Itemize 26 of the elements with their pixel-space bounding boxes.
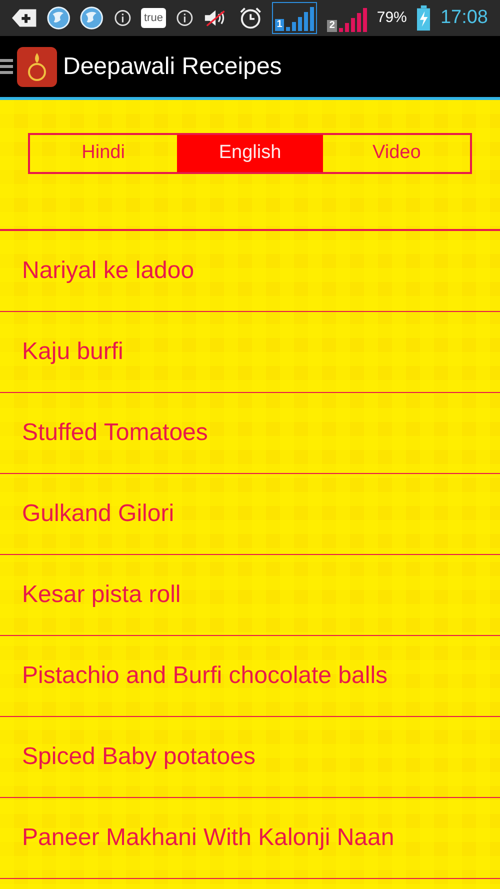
sim-number: 2 — [327, 20, 337, 32]
info-icon — [176, 9, 194, 27]
clock-time: 17:08 — [440, 6, 488, 30]
signal-icon — [286, 7, 314, 31]
add-tag-icon — [12, 7, 38, 29]
charging-battery-icon — [416, 5, 430, 31]
recipe-list-item[interactable]: Pistachio and Burfi chocolate balls — [0, 636, 500, 717]
info-icon — [114, 9, 131, 27]
recipe-list-item[interactable]: Spiced Baby potatoes — [0, 717, 500, 798]
recipe-list-item[interactable]: Kaju burfi — [0, 312, 500, 393]
alarm-clock-icon — [238, 6, 262, 30]
sim-number: 1 — [274, 19, 284, 31]
menu-icon[interactable] — [0, 59, 13, 74]
recipe-list-item[interactable]: Stuffed Tomatoes — [0, 393, 500, 474]
tab[interactable]: Video — [323, 135, 470, 172]
app-logo-icon[interactable] — [17, 46, 57, 86]
recipe-list-item[interactable]: Gulkand Gilori — [0, 474, 500, 555]
app-title: Deepawali Receipes — [63, 52, 282, 82]
battery-percentage: 79% — [376, 8, 407, 28]
recipe-list-item[interactable]: Paneer Makhani With Kalonji Naan — [0, 798, 500, 879]
tab[interactable]: Hindi — [30, 135, 177, 172]
notification-badge: true — [141, 8, 166, 28]
tab[interactable]: English — [176, 135, 324, 172]
recipe-list-item[interactable]: Nariyal ke ladoo — [0, 231, 500, 312]
recipe-list-item[interactable]: Kesar pista roll — [0, 555, 500, 636]
signal-icon — [338, 8, 367, 32]
